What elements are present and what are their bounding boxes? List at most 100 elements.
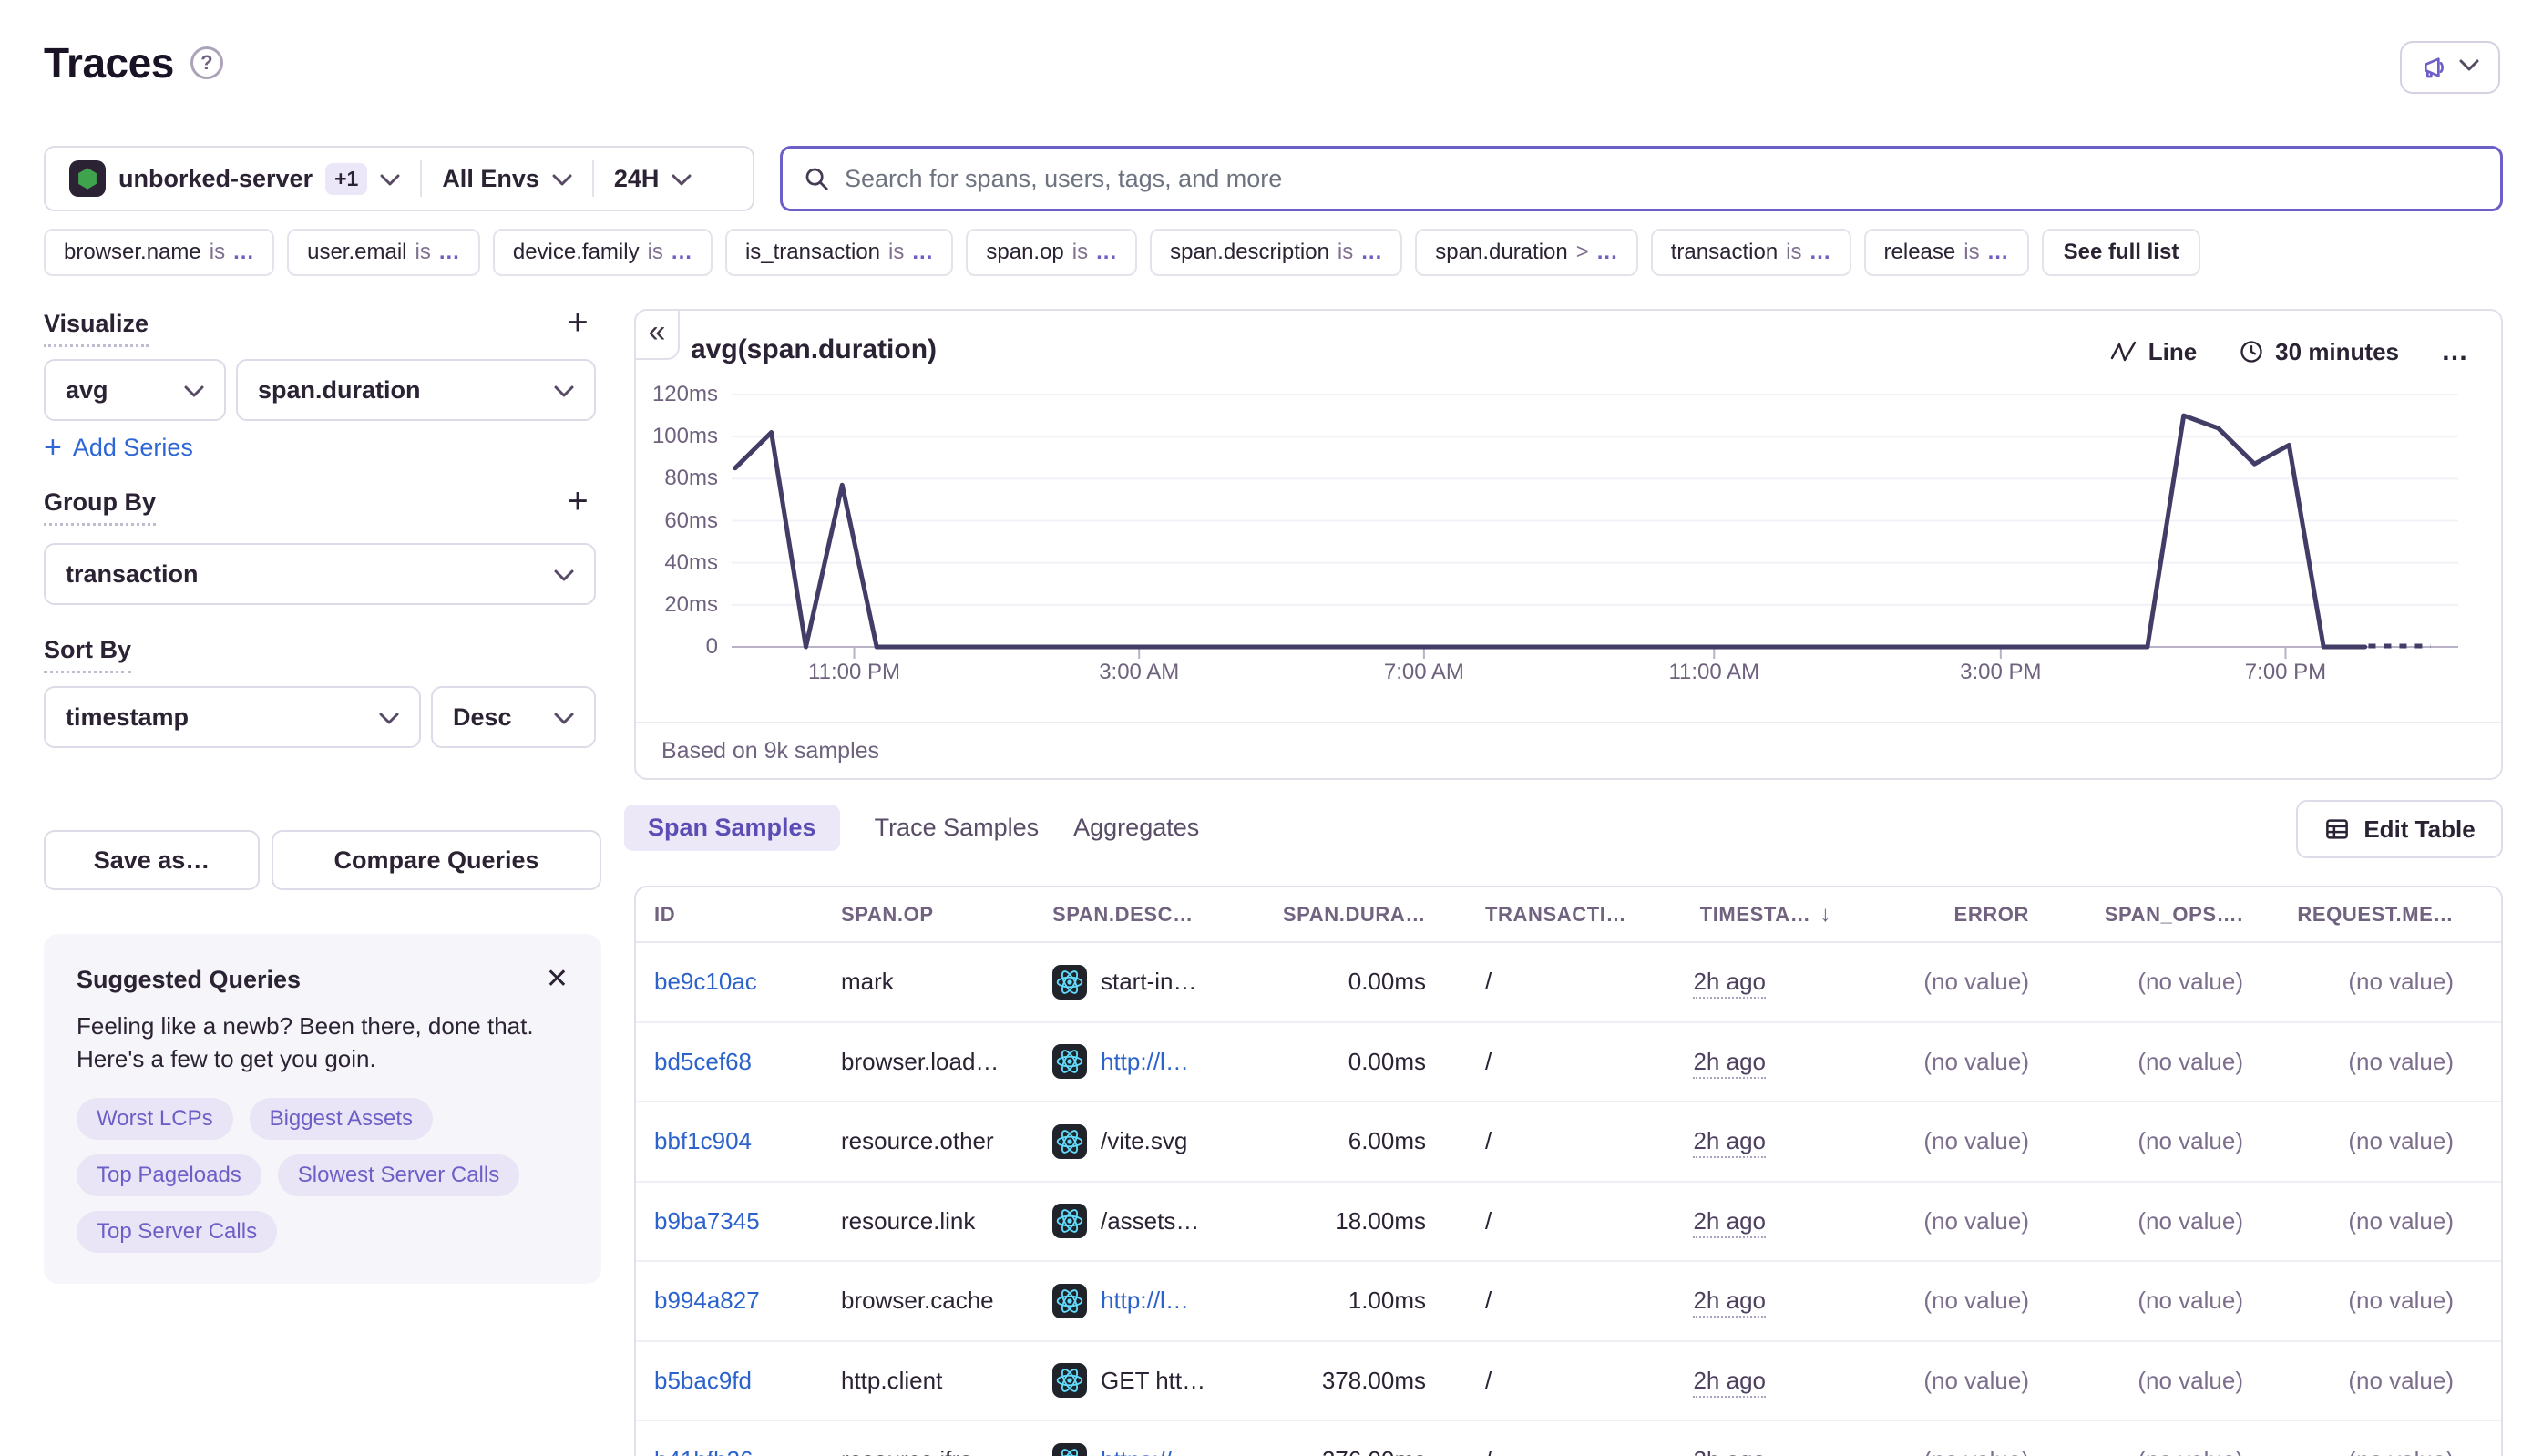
cell-span-ops: (no value) <box>2138 1207 2243 1236</box>
cell-request-method: (no value) <box>2348 1127 2454 1155</box>
page-filter-group: unborked-server +1 All Envs 24H <box>44 146 754 211</box>
divider <box>592 160 594 197</box>
project-selector[interactable]: unborked-server +1 <box>69 160 400 197</box>
table-row: b41bfb26resource.ifra…https://…276.00ms/… <box>636 1421 2501 1456</box>
filter-chip-span-duration[interactable]: span.duration>... <box>1415 229 1637 276</box>
cell-span-id[interactable]: b994a827 <box>654 1287 841 1315</box>
megaphone-icon <box>2421 53 2450 82</box>
react-logo-icon <box>1055 1446 1084 1456</box>
sort-direction-select[interactable]: Desc <box>431 686 596 748</box>
cell-span-id[interactable]: be9c10ac <box>654 968 841 996</box>
platform-icon <box>1052 1443 1087 1456</box>
environment-value: All Envs <box>442 165 539 193</box>
cell-error: (no value) <box>1923 1207 2029 1236</box>
cell-span-op: mark <box>841 968 1052 996</box>
edit-table-button[interactable]: Edit Table <box>2296 800 2503 858</box>
cell-span-ops: (no value) <box>2138 1287 2243 1315</box>
cell-request-method: (no value) <box>2348 1048 2454 1076</box>
tab-aggregates[interactable]: Aggregates <box>1073 805 1199 851</box>
filter-chip-transaction[interactable]: transactionis... <box>1651 229 1851 276</box>
group-by-select[interactable]: transaction <box>44 543 596 605</box>
chevron-down-icon <box>554 376 574 405</box>
column-header-id[interactable]: ID <box>654 903 841 927</box>
cell-span-id[interactable]: b5bac9fd <box>654 1367 841 1395</box>
collapse-sidebar-icon[interactable]: « <box>634 309 680 360</box>
platform-icon <box>1052 1284 1087 1318</box>
suggested-query-worst-lcps[interactable]: Worst LCPs <box>77 1098 233 1140</box>
cell-transaction: / <box>1426 1287 1622 1315</box>
feedback-button[interactable] <box>2400 41 2500 94</box>
suggested-query-top-pageloads[interactable]: Top Pageloads <box>77 1154 261 1196</box>
cell-span-description: /vite.svg <box>1052 1124 1269 1159</box>
filter-chip-user-email[interactable]: user.emailis... <box>287 229 480 276</box>
help-icon[interactable]: ? <box>190 46 223 79</box>
cell-span-id[interactable]: b41bfb26 <box>654 1446 841 1456</box>
suggested-query-top-server-calls[interactable]: Top Server Calls <box>77 1211 277 1253</box>
cell-span-duration: 0.00ms <box>1348 968 1426 996</box>
cell-span-id[interactable]: bd5cef68 <box>654 1048 841 1076</box>
suggested-queries-chips: Worst LCPs Biggest Assets Top Pageloads Slo… <box>77 1098 569 1253</box>
project-name: unborked-server <box>118 165 313 193</box>
add-series-button[interactable]: + Add Series <box>44 432 193 463</box>
react-logo-icon <box>1055 968 1084 997</box>
line-chart-icon <box>2110 340 2138 364</box>
column-header-timesta[interactable]: TIMESTA…↓ <box>1700 902 1831 928</box>
y-axis-tick-label: 0 <box>636 633 718 661</box>
column-header-span-op[interactable]: SPAN.OP <box>841 903 1052 927</box>
environment-selector[interactable]: All Envs <box>442 165 572 193</box>
chart-more-options-icon[interactable]: … <box>2441 336 2470 367</box>
cell-span-duration: 276.00ms <box>1322 1446 1426 1456</box>
cell-span-op: resource.link <box>841 1207 1052 1236</box>
page-title: Traces <box>44 38 174 87</box>
cell-span-id[interactable]: bbf1c904 <box>654 1127 841 1155</box>
column-header-transacti[interactable]: TRANSACTI… <box>1426 903 1622 927</box>
suggested-query-biggest-assets[interactable]: Biggest Assets <box>250 1098 433 1140</box>
project-avatar <box>69 160 106 197</box>
chart-title: avg(span.duration) <box>691 334 937 365</box>
group-by-label: Group By <box>44 488 156 526</box>
cell-transaction: / <box>1426 1127 1622 1155</box>
search-box[interactable] <box>780 146 2503 211</box>
field-select[interactable]: span.duration <box>236 359 596 421</box>
platform-icon <box>1052 1124 1087 1159</box>
cell-span-description: http://l… <box>1052 1284 1269 1318</box>
filter-chip-release[interactable]: releaseis... <box>1864 229 2029 276</box>
tab-trace-samples[interactable]: Trace Samples <box>875 805 1040 851</box>
aggregate-select[interactable]: avg <box>44 359 226 421</box>
cell-span-op: resource.other <box>841 1127 1052 1155</box>
sort-field-select[interactable]: timestamp <box>44 686 421 748</box>
chart-type-button[interactable]: Line <box>2110 338 2197 366</box>
time-range-selector[interactable]: 24H <box>614 165 692 193</box>
filter-chip-is-transaction[interactable]: is_transactionis... <box>725 229 953 276</box>
tab-span-samples[interactable]: Span Samples <box>624 805 840 851</box>
see-full-list-button[interactable]: See full list <box>2042 229 2201 276</box>
search-input[interactable] <box>845 165 2480 193</box>
column-header-request-me[interactable]: REQUEST.ME… <box>2297 903 2454 927</box>
table-row: bd5cef68browser.load…http://l…0.00ms/2h … <box>636 1023 2501 1103</box>
column-header-span-dura[interactable]: SPAN.DURA… <box>1283 903 1426 927</box>
cell-span-ops: (no value) <box>2138 968 2243 996</box>
add-visualize-button[interactable]: + <box>559 304 596 341</box>
suggested-query-slowest-server-calls[interactable]: Slowest Server Calls <box>278 1154 519 1196</box>
close-icon[interactable]: ✕ <box>546 966 569 993</box>
sort-field-value: timestamp <box>66 703 189 732</box>
cell-span-duration: 0.00ms <box>1348 1048 1426 1076</box>
chart-interval-button[interactable]: 30 minutes <box>2239 338 2399 366</box>
column-header-span-ops[interactable]: SPAN_OPS…. <box>2105 903 2243 927</box>
column-header-error[interactable]: ERROR <box>1954 903 2029 927</box>
add-group-by-button[interactable]: + <box>559 483 596 519</box>
clock-icon <box>2239 339 2264 364</box>
compare-queries-button[interactable]: Compare Queries <box>272 830 601 890</box>
sort-direction-value: Desc <box>453 703 512 732</box>
cell-span-op: browser.load… <box>841 1048 1052 1076</box>
cell-transaction: / <box>1426 1048 1622 1076</box>
suggested-queries-body: Feeling like a newb? Been there, done th… <box>77 1010 563 1076</box>
filter-chip-device-family[interactable]: device.familyis... <box>493 229 713 276</box>
filter-chip-browser-name[interactable]: browser.nameis... <box>44 229 274 276</box>
cell-span-id[interactable]: b9ba7345 <box>654 1207 841 1236</box>
column-header-span-desc[interactable]: SPAN.DESC… <box>1052 903 1269 927</box>
filter-chip-span-description[interactable]: span.descriptionis... <box>1150 229 1402 276</box>
chevron-down-icon <box>379 703 399 732</box>
save-as-button[interactable]: Save as… <box>44 830 260 890</box>
filter-chip-span-op[interactable]: span.opis... <box>966 229 1137 276</box>
